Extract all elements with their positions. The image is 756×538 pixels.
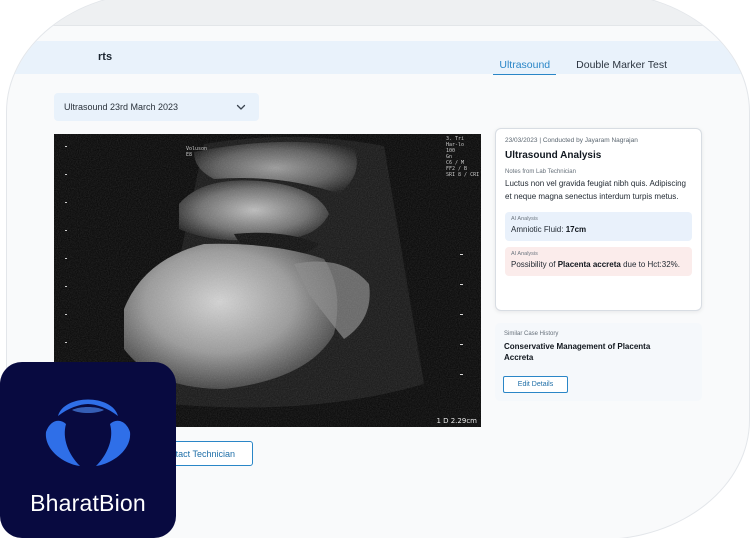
- ultrasound-analysis-card: 23/03/2023 | Conducted by Jayaram Nagraj…: [495, 128, 702, 311]
- ai-analysis-risk: AI Analysis Possibility of Placenta accr…: [505, 247, 692, 276]
- chevron-down-icon: [236, 104, 246, 110]
- ai-analysis-fluid: AI Analysis Amniotic Fluid: 17cm: [505, 212, 692, 241]
- scan-device-label: Voluson E8: [186, 146, 208, 158]
- tab-ultrasound[interactable]: Ultrasound: [493, 59, 557, 75]
- brand-name: BharatBion: [30, 490, 146, 516]
- bharatbion-logo-icon: [45, 399, 131, 466]
- scan-depth-readout: 1 D 2.29cm: [436, 417, 477, 425]
- scan-settings-readout: 3. Tri Har-lo 100 Gn C6 / M FF2 / B SRI …: [446, 136, 480, 178]
- similar-case-title: Conservative Management of Placenta Accr…: [504, 342, 651, 362]
- technician-notes: Luctus non vel gravida feugiat nibh quis…: [505, 179, 687, 201]
- report-date-select[interactable]: Ultrasound 23rd March 2023: [54, 93, 259, 121]
- ai-analysis-label: AI Analysis: [511, 251, 538, 257]
- report-date-value: Ultrasound 23rd March 2023: [64, 102, 179, 112]
- browser-toolbar: [7, 0, 749, 26]
- ai-analysis-text: Possibility of Placenta accreta due to H…: [511, 260, 680, 269]
- report-tabs: Ultrasound Double Marker Test: [493, 59, 667, 75]
- ai-analysis-label: AI Analysis: [511, 216, 538, 222]
- analysis-meta: 23/03/2023 | Conducted by Jayaram Nagraj…: [505, 137, 638, 144]
- page-title: rts: [98, 51, 113, 63]
- analysis-title: Ultrasound Analysis: [505, 150, 602, 161]
- tab-double-marker-test[interactable]: Double Marker Test: [576, 59, 667, 75]
- similar-case-label: Similar Case History: [504, 331, 559, 337]
- notes-label: Notes from Lab Technician: [505, 169, 576, 175]
- ai-analysis-text: Amniotic Fluid: 17cm: [511, 225, 587, 234]
- edit-details-button[interactable]: Edit Details: [503, 376, 568, 393]
- similar-case-card: Similar Case History Conservative Manage…: [495, 323, 702, 401]
- brand-logo: BharatBion: [0, 362, 176, 538]
